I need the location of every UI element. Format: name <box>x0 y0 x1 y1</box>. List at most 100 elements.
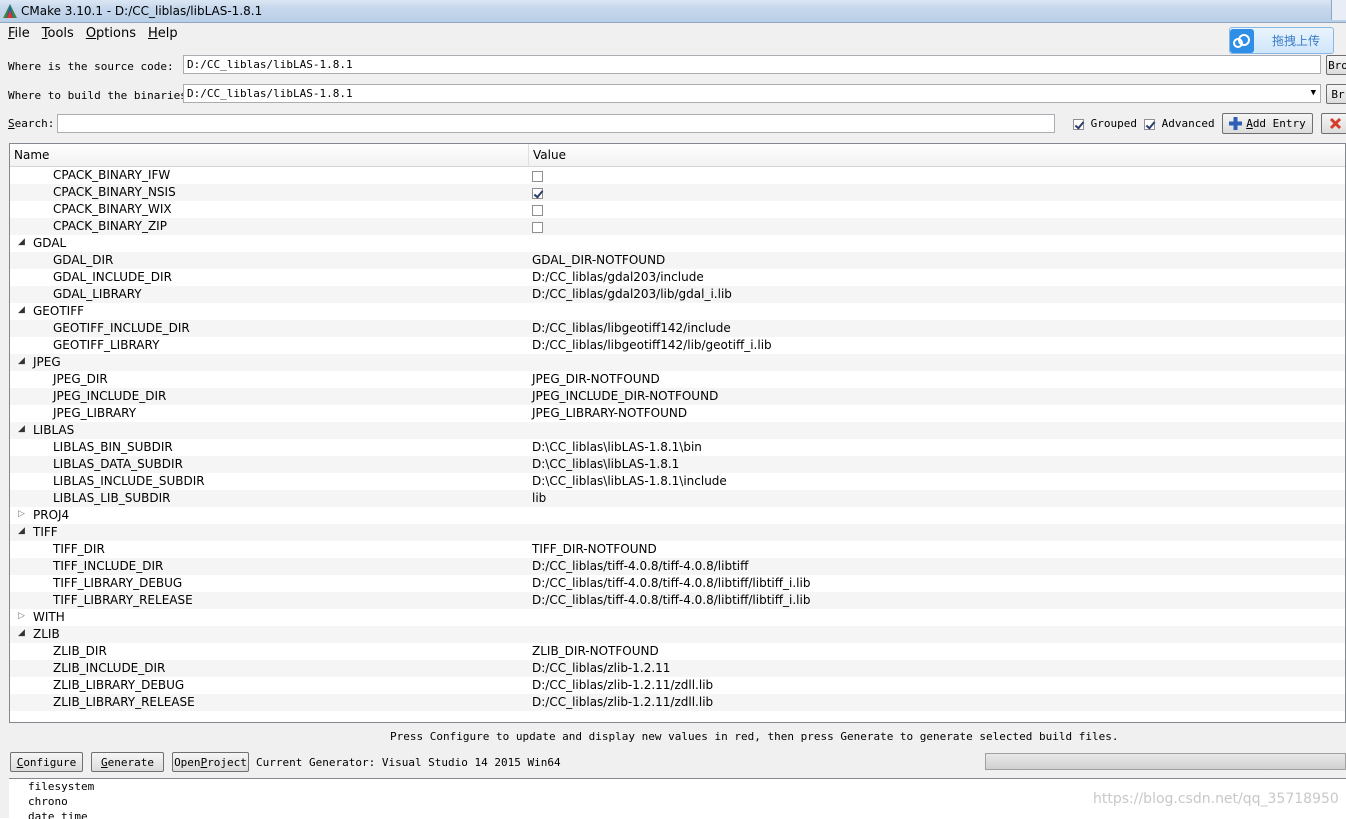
bool-checkbox[interactable] <box>532 204 543 216</box>
collapsed-arrow-icon[interactable]: ▷ <box>18 611 25 621</box>
entry-value[interactable]: JPEG_DIR-NOTFOUND <box>532 372 660 386</box>
entry-value-checkbox[interactable] <box>532 185 543 199</box>
table-row[interactable]: LIBLAS_DATA_SUBDIR D:\CC_liblas\libLAS-1.… <box>10 456 1345 473</box>
table-row[interactable]: GEOTIFF_INCLUDE_DIR D:/CC_liblas/libgeoti… <box>10 320 1345 337</box>
table-row[interactable]: CPACK_BINARY_WIX <box>10 201 1345 218</box>
bool-checkbox[interactable] <box>532 221 543 233</box>
table-row[interactable]: CPACK_BINARY_ZIP <box>10 218 1345 235</box>
remove-entry-button[interactable] <box>1321 113 1346 134</box>
window-control-button[interactable] <box>1331 0 1346 20</box>
browse-build-button[interactable]: Br <box>1326 84 1346 104</box>
expanded-arrow-icon[interactable]: ◢ <box>18 526 25 536</box>
table-row[interactable]: ZLIB_LIBRARY_DEBUG D:/CC_liblas/zlib-1.2.… <box>10 677 1345 694</box>
entry-name: GDAL_LIBRARY <box>53 287 142 301</box>
advanced-checkbox[interactable] <box>1144 118 1155 130</box>
dropdown-arrow-icon[interactable]: ▼ <box>1311 85 1316 102</box>
table-row[interactable]: CPACK_BINARY_IFW <box>10 167 1345 184</box>
entry-value-checkbox[interactable] <box>532 219 543 233</box>
menu-tools[interactable]: Tools <box>38 26 78 41</box>
table-row[interactable]: LIBLAS_LIB_SUBDIR lib <box>10 490 1345 507</box>
menu-file[interactable]: File <box>4 26 34 41</box>
entry-value[interactable]: D:\CC_liblas\libLAS-1.8.1\bin <box>532 440 702 454</box>
build-path-combobox[interactable]: D:/CC_liblas/libLAS-1.8.1 ▼ <box>183 84 1321 103</box>
table-group-row[interactable]: ◢ TIFF <box>10 524 1345 541</box>
entry-value[interactable]: D:/CC_liblas/tiff-4.0.8/tiff-4.0.8/libti… <box>532 576 810 590</box>
table-row[interactable]: TIFF_DIR TIFF_DIR-NOTFOUND <box>10 541 1345 558</box>
configure-button[interactable]: Configure <box>10 752 83 772</box>
entry-value[interactable]: D:/CC_liblas/tiff-4.0.8/tiff-4.0.8/libti… <box>532 559 748 573</box>
grouped-checkbox[interactable] <box>1073 118 1084 130</box>
table-row[interactable]: JPEG_LIBRARY JPEG_LIBRARY-NOTFOUND <box>10 405 1345 422</box>
search-label: Search: <box>8 117 55 130</box>
entry-name: ZLIB_INCLUDE_DIR <box>53 661 166 675</box>
table-row[interactable]: GDAL_INCLUDE_DIR D:/CC_liblas/gdal203/inc… <box>10 269 1345 286</box>
entry-value[interactable]: D:\CC_liblas\libLAS-1.8.1\include <box>532 474 727 488</box>
expanded-arrow-icon[interactable]: ◢ <box>18 237 25 247</box>
search-input[interactable] <box>57 114 1055 133</box>
table-row[interactable]: GDAL_DIR GDAL_DIR-NOTFOUND <box>10 252 1345 269</box>
expanded-arrow-icon[interactable]: ◢ <box>18 424 25 434</box>
entry-value[interactable]: JPEG_INCLUDE_DIR-NOTFOUND <box>532 389 718 403</box>
entry-value[interactable]: D:/CC_liblas/libgeotiff142/lib/geotiff_i… <box>532 338 772 352</box>
group-name: PROJ4 <box>33 508 70 522</box>
entry-value[interactable]: D:/CC_liblas/zlib-1.2.11/zdll.lib <box>532 678 713 692</box>
status-message: Press Configure to update and display ne… <box>390 730 1119 743</box>
table-row[interactable]: TIFF_INCLUDE_DIR D:/CC_liblas/tiff-4.0.8/… <box>10 558 1345 575</box>
table-group-row[interactable]: ◢ ZLIB <box>10 626 1345 643</box>
column-header-name[interactable]: Name <box>14 148 49 162</box>
entry-value[interactable]: D:/CC_liblas/tiff-4.0.8/tiff-4.0.8/libti… <box>532 593 810 607</box>
entry-value[interactable]: GDAL_DIR-NOTFOUND <box>532 253 665 267</box>
table-row[interactable]: JPEG_INCLUDE_DIR JPEG_INCLUDE_DIR-NOTFOUN… <box>10 388 1345 405</box>
entry-value[interactable]: lib <box>532 491 546 505</box>
table-row[interactable]: ZLIB_LIBRARY_RELEASE D:/CC_liblas/zlib-1.… <box>10 694 1345 711</box>
open-project-button[interactable]: Open Project <box>172 752 249 772</box>
table-group-row[interactable]: ◢ GDAL <box>10 235 1345 252</box>
plus-icon <box>1229 117 1243 130</box>
generate-button[interactable]: Generate <box>91 752 164 772</box>
cache-table[interactable]: Name Value CPACK_BINARY_IFW CPACK_BINARY_… <box>9 143 1346 723</box>
collapsed-arrow-icon[interactable]: ▷ <box>18 509 25 519</box>
advanced-option[interactable]: Advanced <box>1144 117 1215 130</box>
table-group-row[interactable]: ◢ JPEG <box>10 354 1345 371</box>
table-group-row[interactable]: ◢ GEOTIFF <box>10 303 1345 320</box>
drag-upload-button[interactable]: 拖拽上传 <box>1229 27 1334 54</box>
table-row[interactable]: JPEG_DIR JPEG_DIR-NOTFOUND <box>10 371 1345 388</box>
entry-value-checkbox[interactable] <box>532 168 543 182</box>
expanded-arrow-icon[interactable]: ◢ <box>18 305 25 315</box>
entry-value[interactable]: D:/CC_liblas/libgeotiff142/include <box>532 321 731 335</box>
add-entry-button[interactable]: Add Entry <box>1222 113 1313 134</box>
entry-value[interactable]: TIFF_DIR-NOTFOUND <box>532 542 657 556</box>
bool-checkbox[interactable] <box>532 170 543 182</box>
table-row[interactable]: LIBLAS_INCLUDE_SUBDIR D:\CC_liblas\libLAS… <box>10 473 1345 490</box>
table-row[interactable]: ZLIB_DIR ZLIB_DIR-NOTFOUND <box>10 643 1345 660</box>
output-line: filesystem <box>28 780 95 793</box>
entry-value[interactable]: ZLIB_DIR-NOTFOUND <box>532 644 659 658</box>
table-row[interactable]: LIBLAS_BIN_SUBDIR D:\CC_liblas\libLAS-1.8… <box>10 439 1345 456</box>
expanded-arrow-icon[interactable]: ◢ <box>18 628 25 638</box>
table-group-row[interactable]: ▷ WITH <box>10 609 1345 626</box>
entry-value[interactable]: D:/CC_liblas/zlib-1.2.11/zdll.lib <box>532 695 713 709</box>
entry-value-checkbox[interactable] <box>532 202 543 216</box>
source-path-input[interactable]: D:/CC_liblas/libLAS-1.8.1 <box>183 55 1321 74</box>
bool-checkbox[interactable] <box>532 187 543 199</box>
menu-help[interactable]: Help <box>144 26 182 41</box>
table-group-row[interactable]: ◢ LIBLAS <box>10 422 1345 439</box>
table-row[interactable]: CPACK_BINARY_NSIS <box>10 184 1345 201</box>
table-row[interactable]: GEOTIFF_LIBRARY D:/CC_liblas/libgeotiff14… <box>10 337 1345 354</box>
entry-value[interactable]: JPEG_LIBRARY-NOTFOUND <box>532 406 687 420</box>
entry-value[interactable]: D:/CC_liblas/gdal203/lib/gdal_i.lib <box>532 287 732 301</box>
expanded-arrow-icon[interactable]: ◢ <box>18 356 25 366</box>
table-row[interactable]: TIFF_LIBRARY_RELEASE D:/CC_liblas/tiff-4.… <box>10 592 1345 609</box>
table-row[interactable]: ZLIB_INCLUDE_DIR D:/CC_liblas/zlib-1.2.11 <box>10 660 1345 677</box>
entry-value[interactable]: D:/CC_liblas/zlib-1.2.11 <box>532 661 670 675</box>
table-row[interactable]: TIFF_LIBRARY_DEBUG D:/CC_liblas/tiff-4.0.… <box>10 575 1345 592</box>
entry-value[interactable]: D:/CC_liblas/gdal203/include <box>532 270 704 284</box>
entry-value[interactable]: D:\CC_liblas\libLAS-1.8.1 <box>532 457 679 471</box>
advanced-label: Advanced <box>1161 117 1215 130</box>
browse-source-button[interactable]: Bro <box>1326 55 1346 75</box>
grouped-option[interactable]: Grouped <box>1073 117 1137 130</box>
column-header-value[interactable]: Value <box>533 148 566 162</box>
menu-options[interactable]: Options <box>82 26 140 41</box>
table-row[interactable]: GDAL_LIBRARY D:/CC_liblas/gdal203/lib/gda… <box>10 286 1345 303</box>
table-group-row[interactable]: ▷ PROJ4 <box>10 507 1345 524</box>
